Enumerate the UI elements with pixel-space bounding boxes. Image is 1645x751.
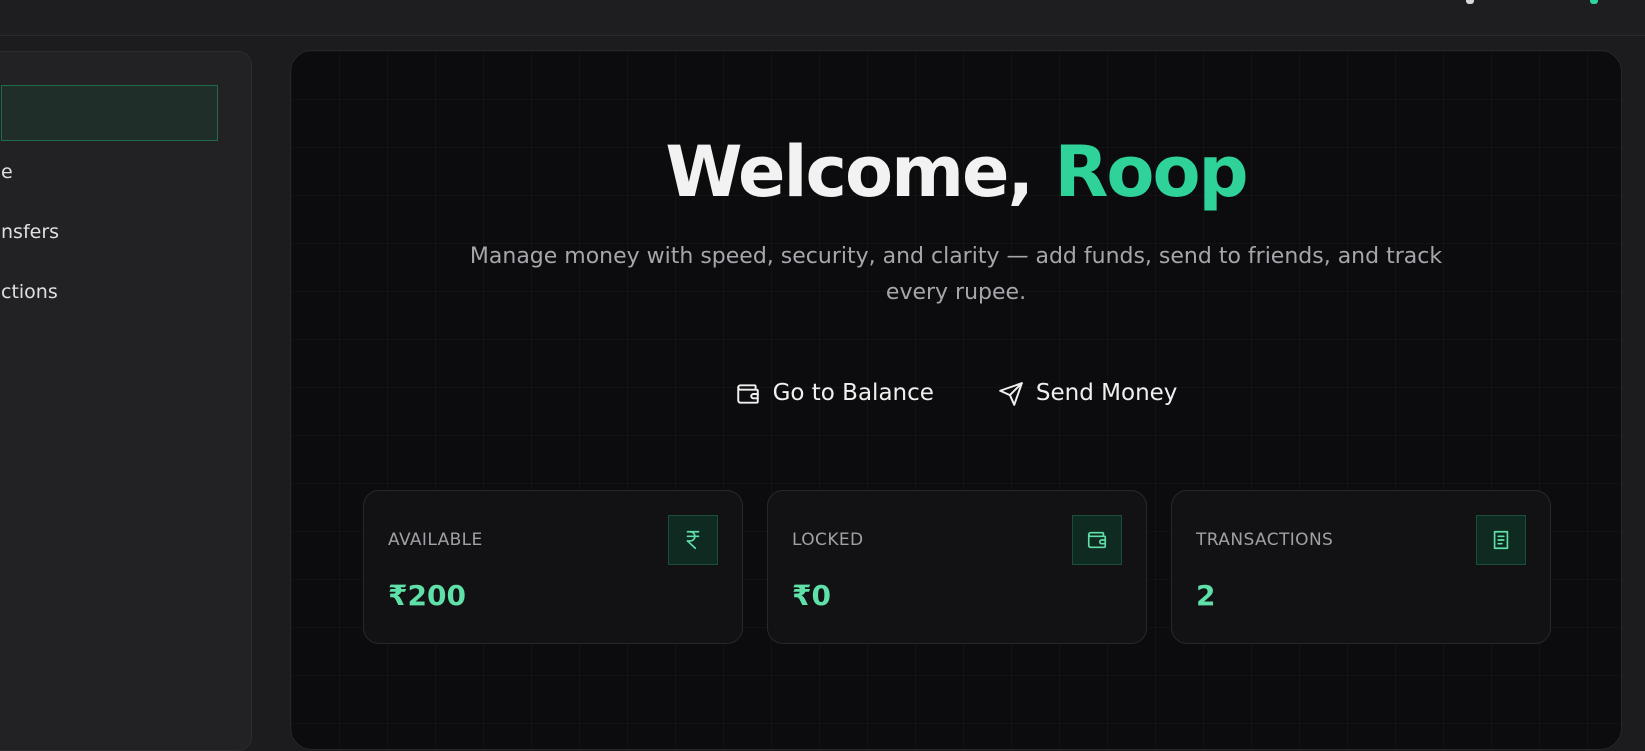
- wallet-icon: [736, 384, 759, 404]
- stat-value: ₹0: [792, 579, 831, 612]
- sidebar-item-label: ctions: [1, 281, 58, 303]
- sidebar-item-balance[interactable]: e: [1, 144, 218, 200]
- title-greeting: Welcome,: [665, 131, 1034, 213]
- stat-card-transactions: TRANSACTIONS 2: [1171, 490, 1551, 644]
- go-to-balance-button[interactable]: Go to Balance: [735, 373, 934, 413]
- receipt-icon: [1476, 515, 1526, 565]
- send-money-button[interactable]: Send Money: [998, 373, 1178, 413]
- sidebar: e nsfers ctions: [0, 51, 252, 751]
- stat-card-locked: LOCKED ₹0: [767, 490, 1147, 644]
- stat-label: LOCKED: [792, 530, 864, 550]
- title-user-name: Roop: [1054, 131, 1248, 213]
- send-icon: [999, 382, 1023, 406]
- send-money-label: Send Money: [1035, 380, 1178, 406]
- sidebar-item-active[interactable]: [1, 85, 218, 141]
- topbar-item-fragment[interactable]: [1466, 0, 1474, 4]
- stat-value: ₹200: [388, 579, 466, 612]
- welcome-panel: Welcome, Roop Manage money with speed, s…: [290, 50, 1622, 750]
- go-to-balance-label: Go to Balance: [772, 380, 934, 406]
- stat-label: AVAILABLE: [388, 530, 483, 550]
- sidebar-item-label: nsfers: [1, 221, 60, 243]
- page-subtitle: Manage money with speed, security, and c…: [469, 244, 1443, 305]
- stat-card-available: AVAILABLE ₹200: [363, 490, 743, 644]
- sidebar-item-label: e: [1, 161, 13, 183]
- top-bar: [0, 0, 1645, 36]
- page-title: Welcome, Roop: [291, 137, 1621, 207]
- stat-value: 2: [1196, 579, 1216, 612]
- rupee-icon: [668, 515, 718, 565]
- sidebar-item-transfers[interactable]: nsfers: [1, 204, 218, 260]
- wallet-icon: [1072, 515, 1122, 565]
- topbar-accent-fragment[interactable]: [1590, 0, 1598, 4]
- quick-actions: Go to Balance Send Money: [291, 373, 1621, 413]
- stat-label: TRANSACTIONS: [1196, 530, 1334, 550]
- sidebar-item-transactions[interactable]: ctions: [1, 264, 218, 320]
